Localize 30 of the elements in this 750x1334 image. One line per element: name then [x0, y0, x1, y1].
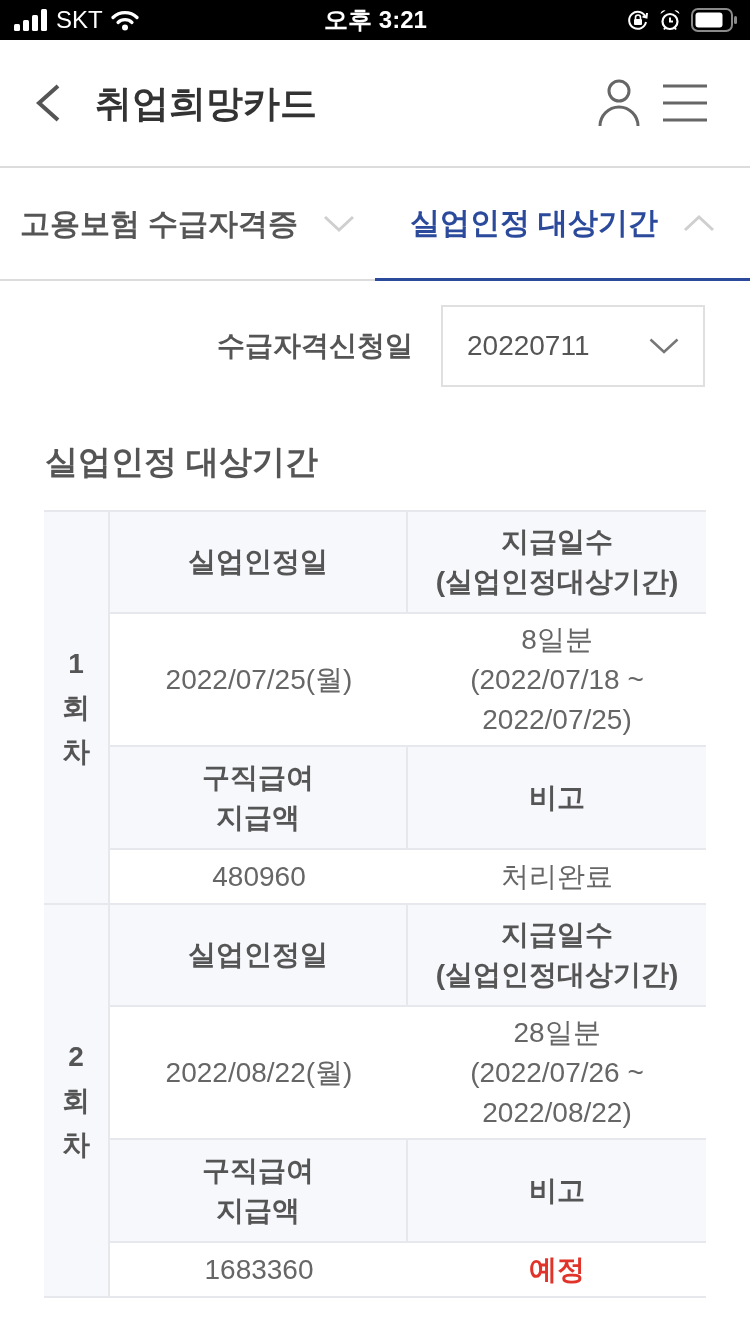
signal-icon	[14, 9, 48, 31]
tab[interactable]: 실업인정 대상기간	[375, 168, 750, 281]
table-header-cell: 지급일수 (실업인정대상기간)	[408, 905, 706, 1007]
field-label: 수급자격신청일	[217, 332, 413, 360]
clock: 오후 3:21	[324, 8, 427, 32]
menu-icon	[663, 84, 707, 122]
menu-button[interactable]	[663, 84, 707, 122]
tab[interactable]: 고용보험 수급자격증	[0, 168, 375, 281]
wifi-icon	[110, 9, 139, 31]
chevron-down-icon	[649, 338, 679, 354]
back-icon	[35, 84, 61, 122]
person-icon	[598, 79, 640, 127]
battery-icon	[691, 8, 737, 32]
table-header-cell: 실업인정일	[110, 905, 408, 1007]
rotation-lock-icon	[627, 9, 649, 31]
date-select[interactable]: 20220711	[441, 305, 705, 387]
carrier-name: SKT	[56, 8, 103, 32]
profile-button[interactable]	[598, 79, 640, 127]
table-header-cell: 지급일수 (실업인정대상기간)	[408, 512, 706, 614]
section-title: 실업인정 대상기간	[45, 442, 319, 482]
page-title: 취업희망카드	[95, 84, 317, 122]
alarm-clock-icon	[659, 9, 681, 31]
round-label: 2회차	[62, 1039, 90, 1162]
table-header-cell: 구직급여 지급액	[110, 747, 408, 850]
table-header-cell: 비고	[408, 1140, 706, 1243]
back-button[interactable]	[35, 84, 61, 122]
table-header-cell: 비고	[408, 747, 706, 850]
table-header-cell: 구직급여 지급액	[110, 1140, 408, 1243]
round-label: 1회차	[62, 646, 90, 769]
table-header-cell: 실업인정일	[110, 512, 408, 614]
